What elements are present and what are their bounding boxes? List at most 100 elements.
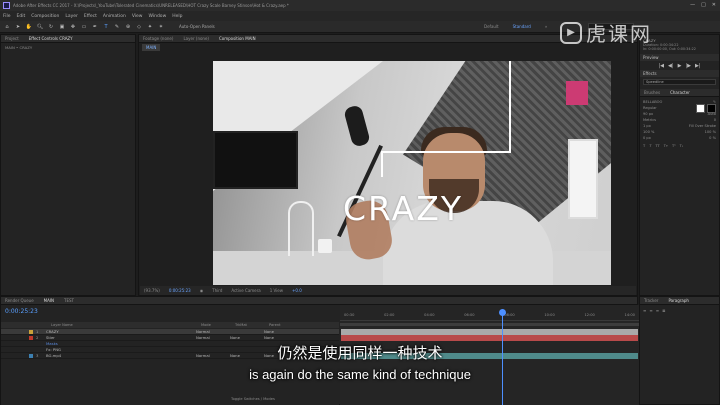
layer-trkmat[interactable]: None xyxy=(230,335,264,340)
align-center-icon[interactable]: ≡ xyxy=(649,308,652,313)
effects-panel-header[interactable]: Effects xyxy=(640,70,719,77)
faux-italic-button[interactable]: T xyxy=(649,144,651,148)
baseline-shift-value[interactable]: 0 px xyxy=(643,136,651,140)
tab-brushes[interactable]: Brushes xyxy=(644,90,660,95)
selection-tool-icon[interactable]: ➤ xyxy=(15,24,21,30)
effects-search-input[interactable]: Speedline xyxy=(643,79,716,85)
kerning-value[interactable]: Metrics xyxy=(643,118,656,122)
play-icon[interactable]: ▶ xyxy=(678,63,682,69)
vertical-scale-value[interactable]: 100 % xyxy=(643,130,654,134)
menu-window[interactable]: Window xyxy=(149,14,167,19)
menu-view[interactable]: View xyxy=(132,14,143,19)
menu-edit[interactable]: Edit xyxy=(17,14,26,19)
font-family-select[interactable]: BELLABOO xyxy=(643,100,662,104)
superscript-button[interactable]: T¹ xyxy=(672,144,676,148)
layer-mode[interactable]: Normal xyxy=(196,329,230,334)
fill-color-swatch[interactable] xyxy=(696,103,705,113)
tab-effect-controls[interactable]: Effect Controls CRAZY xyxy=(29,36,73,41)
comp-flowchart-tab[interactable]: MAIN xyxy=(142,44,161,51)
first-frame-icon[interactable]: |◀ xyxy=(659,63,665,69)
pan-behind-tool-icon[interactable]: ✥ xyxy=(70,24,76,30)
col-layer-name[interactable]: Layer Name xyxy=(51,323,201,327)
layer-parent[interactable]: None xyxy=(264,335,304,340)
workspace-more[interactable]: » xyxy=(545,24,547,29)
camera-select[interactable]: Active Camera xyxy=(231,288,260,293)
auto-open-panels-label[interactable]: Auto-Open Panels xyxy=(179,24,215,29)
close-icon[interactable]: ✕ xyxy=(712,2,716,8)
tab-render-queue[interactable]: Render Queue xyxy=(5,298,34,303)
col-parent[interactable]: Parent xyxy=(269,323,309,327)
faux-bold-button[interactable]: T xyxy=(643,144,645,148)
rectangle-tool-icon[interactable]: ▭ xyxy=(81,24,87,30)
camera-tool-icon[interactable]: ▣ xyxy=(59,24,65,30)
menu-file[interactable]: File xyxy=(3,14,11,19)
small-caps-button[interactable]: Tт xyxy=(664,144,668,148)
prev-frame-icon[interactable]: ◀| xyxy=(668,63,674,69)
time-ruler[interactable]: 00:30 02:00 04:00 06:00 08:00 10:00 12:0… xyxy=(340,313,639,321)
tab-paragraph[interactable]: Paragraph xyxy=(668,298,689,303)
horizontal-scale-value[interactable]: 100 % xyxy=(705,130,716,134)
font-style-select[interactable]: Regular xyxy=(643,106,657,110)
menu-effect[interactable]: Effect xyxy=(84,14,97,19)
last-frame-icon[interactable]: ▶| xyxy=(695,63,701,69)
layer-label-color[interactable] xyxy=(29,335,33,340)
subscript-button[interactable]: T₁ xyxy=(680,144,684,148)
layer-parent[interactable]: None xyxy=(264,329,304,334)
next-frame-icon[interactable]: |▶ xyxy=(685,63,691,69)
clone-tool-icon[interactable]: ⊕ xyxy=(125,24,131,30)
layer-name[interactable]: CRAZY xyxy=(46,329,196,334)
toggle-switches-modes[interactable]: Toggle Switches / Modes xyxy=(231,397,275,401)
workspace-standard[interactable]: Standard xyxy=(513,24,531,29)
tsume-value[interactable]: 0 % xyxy=(709,136,716,140)
current-time-display[interactable]: 0:00:25:23 xyxy=(5,308,38,315)
justify-icon[interactable]: ≣ xyxy=(662,308,665,313)
exposure-value[interactable]: +0.0 xyxy=(292,288,302,293)
rotate-tool-icon[interactable]: ↻ xyxy=(48,24,54,30)
menu-animation[interactable]: Animation xyxy=(103,14,126,19)
menu-help[interactable]: Help xyxy=(172,14,182,19)
stroke-mode-select[interactable]: Fill Over Stroke xyxy=(689,124,716,128)
col-trkmat[interactable]: TrkMat xyxy=(235,323,269,327)
crazy-text-layer[interactable]: CRAZY xyxy=(343,189,463,228)
stroke-width-value[interactable]: 1 px xyxy=(643,124,651,128)
pen-tool-icon[interactable]: ✒ xyxy=(92,24,98,30)
magnification-select[interactable]: (93.7%) xyxy=(144,288,160,293)
stier-layer-bar[interactable] xyxy=(341,335,638,341)
maximize-icon[interactable]: □ xyxy=(701,2,706,8)
tab-composition[interactable]: Composition MAIN xyxy=(219,36,256,41)
tab-footage[interactable]: Footage (none) xyxy=(143,36,173,41)
layer-name[interactable]: Stier xyxy=(46,335,196,340)
font-size-value[interactable]: 90 px xyxy=(643,112,653,116)
minimize-icon[interactable]: — xyxy=(690,2,695,8)
menu-layer[interactable]: Layer xyxy=(65,14,78,19)
preview-panel-header[interactable]: Preview xyxy=(640,54,719,61)
composition-viewer[interactable]: CRAZY xyxy=(213,61,611,285)
resolution-select[interactable]: Third xyxy=(212,288,222,293)
work-area-bar[interactable] xyxy=(340,323,639,326)
tab-test-timeline[interactable]: TEST xyxy=(64,298,74,303)
roto-tool-icon[interactable]: ✦ xyxy=(147,24,153,30)
home-icon[interactable]: ⌂ xyxy=(4,24,10,30)
playhead-handle[interactable] xyxy=(499,309,506,316)
view-layout-select[interactable]: 1 View xyxy=(270,288,283,293)
type-tool-icon[interactable]: T xyxy=(103,24,109,30)
hand-tool-icon[interactable]: ✋ xyxy=(26,24,32,30)
tab-tracker[interactable]: Tracker xyxy=(644,298,658,303)
eraser-tool-icon[interactable]: ◇ xyxy=(136,24,142,30)
align-left-icon[interactable]: ≡ xyxy=(643,308,646,313)
brush-tool-icon[interactable]: ✎ xyxy=(114,24,120,30)
zoom-tool-icon[interactable]: 🔍︎ xyxy=(37,24,43,30)
tracking-value[interactable]: 0 xyxy=(714,118,716,122)
tab-project[interactable]: Project xyxy=(5,36,19,41)
workspace-default[interactable]: Default xyxy=(484,24,499,29)
leading-value[interactable]: Auto xyxy=(708,112,716,116)
tab-character[interactable]: Character xyxy=(670,90,690,95)
all-caps-button[interactable]: TT xyxy=(655,144,659,148)
viewer-timecode[interactable]: 0:00:25:23 xyxy=(169,288,191,293)
puppet-tool-icon[interactable]: ✶ xyxy=(158,24,164,30)
snapshot-icon[interactable]: ◉ xyxy=(200,288,204,293)
tab-main-timeline[interactable]: MAIN xyxy=(44,298,54,303)
tab-layer[interactable]: Layer (none) xyxy=(183,36,209,41)
align-right-icon[interactable]: ≡ xyxy=(656,308,659,313)
col-mode[interactable]: Mode xyxy=(201,323,235,327)
